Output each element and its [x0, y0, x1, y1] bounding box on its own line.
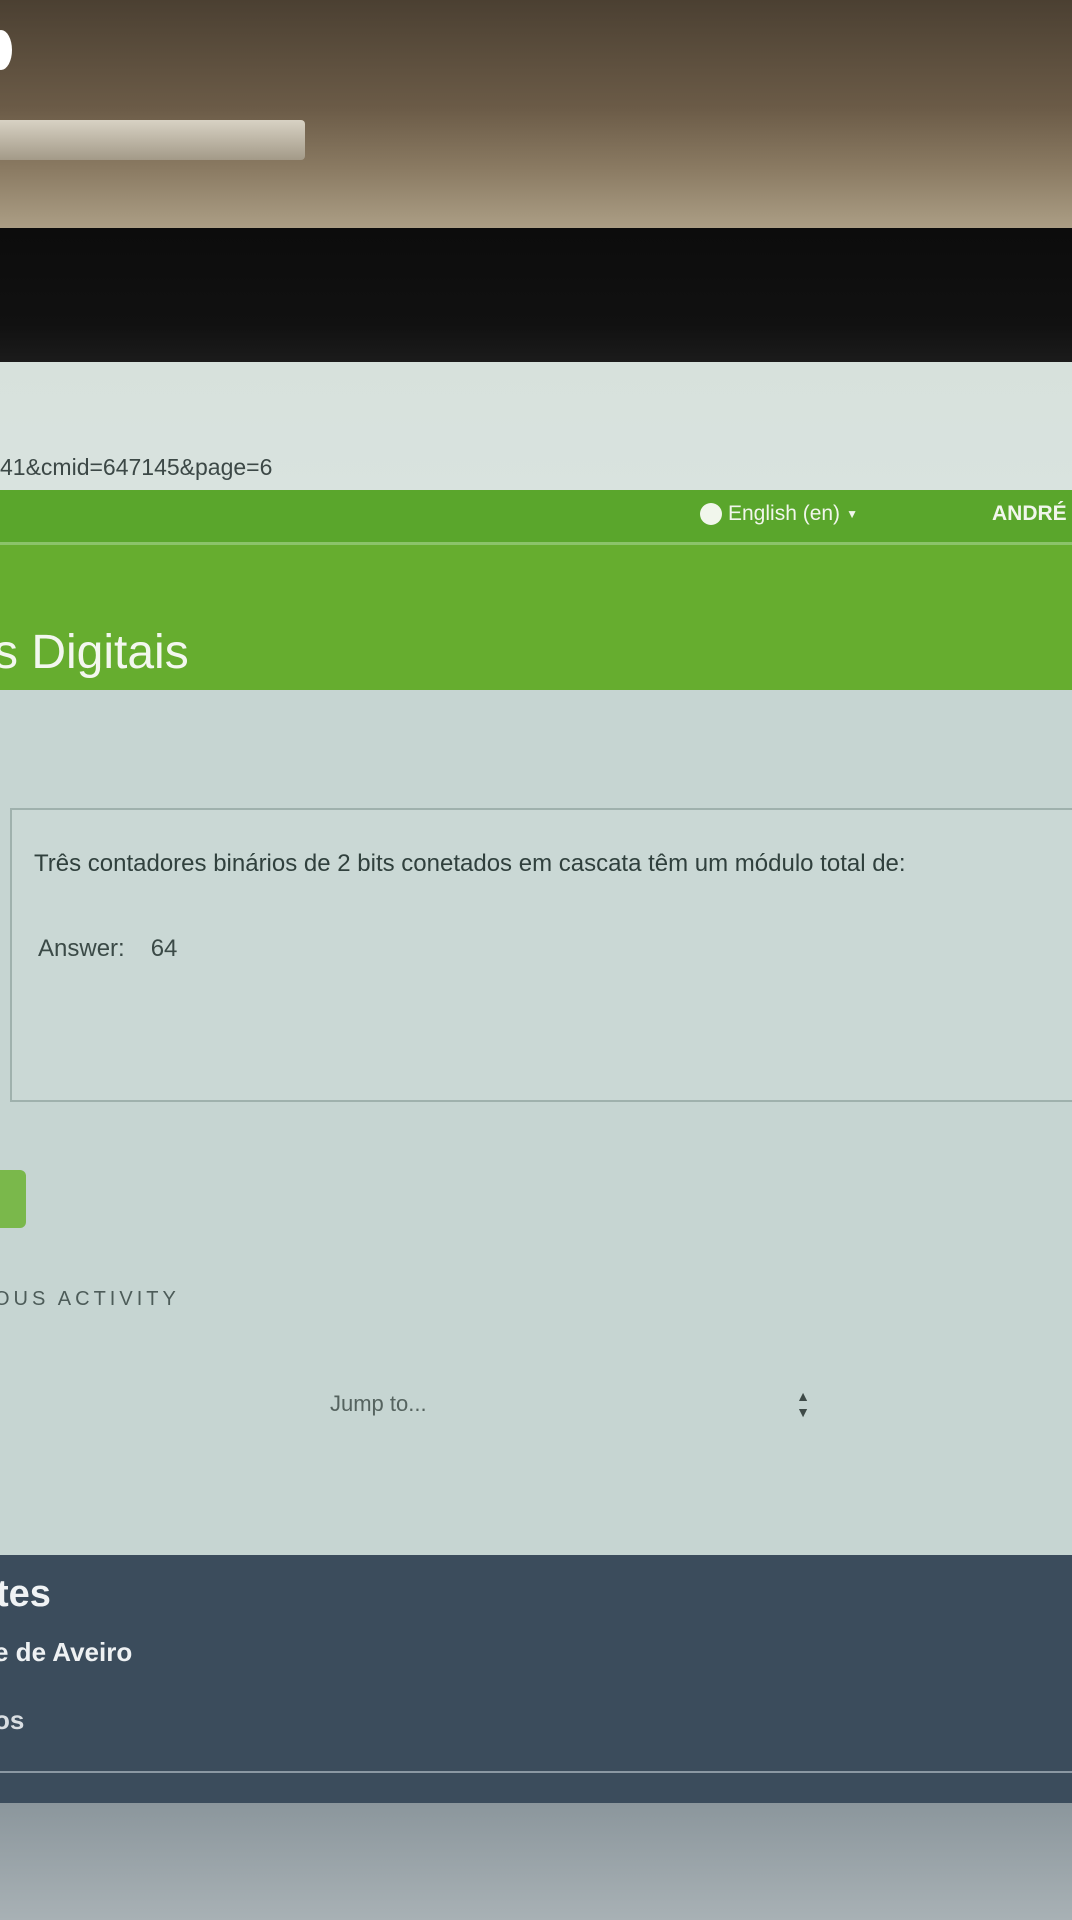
- answer-row: Answer: 64: [38, 935, 177, 963]
- url-text[interactable]: 41&cmid=647145&page=6: [0, 454, 272, 481]
- top-navbar: English (en) ▼ ANDRÉ: [0, 490, 1072, 545]
- question-box: Três contadores binários de 2 bits conet…: [10, 808, 1072, 1102]
- ceiling-light: [0, 30, 12, 70]
- language-label: English (en): [728, 502, 841, 525]
- jump-to-select[interactable]: Jump to... ▲ ▼: [330, 1382, 830, 1426]
- monitor-bezel: [0, 228, 1072, 366]
- footer-link-aveiro[interactable]: e de Aveiro: [0, 1637, 132, 1668]
- ceiling-lamp: [0, 120, 305, 160]
- question-text: Três contadores binários de 2 bits conet…: [34, 850, 906, 877]
- room-background: [0, 0, 1072, 240]
- footer-divider: [0, 1771, 1072, 1773]
- browser-address-bar[interactable]: 41&cmid=647145&page=6: [0, 362, 1072, 492]
- answer-value: 64: [150, 935, 178, 962]
- jump-to-label: Jump to...: [330, 1391, 427, 1416]
- course-title[interactable]: s Digitais: [0, 625, 189, 680]
- select-arrows-icon: ▲ ▼: [796, 1388, 810, 1420]
- previous-activity-link[interactable]: OUS ACTIVITY: [0, 1288, 180, 1311]
- globe-icon: [700, 503, 722, 525]
- chevron-down-icon: ▼: [846, 507, 858, 521]
- page-header: s Digitais: [0, 545, 1072, 690]
- page-footer: tes e de Aveiro os: [0, 1555, 1072, 1803]
- screen-bottom-edge: [0, 1803, 1072, 1920]
- answer-label: Answer:: [38, 935, 125, 962]
- continue-button[interactable]: [0, 1170, 26, 1228]
- footer-heading: tes: [0, 1573, 51, 1615]
- language-menu[interactable]: English (en) ▼: [700, 502, 858, 526]
- user-menu[interactable]: ANDRÉ: [992, 502, 1067, 526]
- footer-link-secondary[interactable]: os: [0, 1705, 24, 1736]
